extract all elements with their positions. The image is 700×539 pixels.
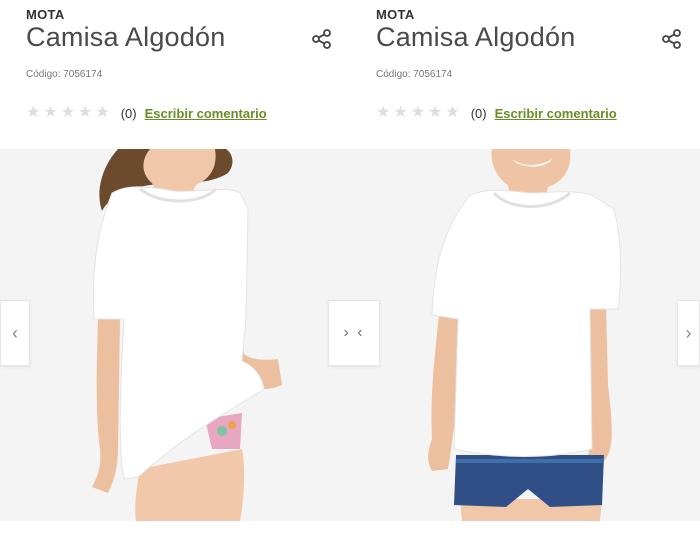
star-icon[interactable]: ★ xyxy=(95,105,109,121)
rating-row: ★ ★ ★ ★ ★ (0) Escribir comentario xyxy=(26,102,267,124)
product-code: Código: 7056174 xyxy=(26,69,102,80)
star-rating[interactable]: ★ ★ ★ ★ ★ xyxy=(26,105,110,121)
product-code: Código: 7056174 xyxy=(376,69,452,80)
star-icon[interactable]: ★ xyxy=(26,105,40,121)
star-icon[interactable]: ★ xyxy=(61,105,75,121)
rating-row: ★ ★ ★ ★ ★ (0) Escribir comentario xyxy=(376,102,617,124)
code-value: 7056174 xyxy=(413,69,453,80)
bottom-strip xyxy=(0,521,700,539)
code-value: 7056174 xyxy=(63,69,103,80)
write-comment-link[interactable]: Escribir comentario xyxy=(145,106,267,121)
write-comment-link[interactable]: Escribir comentario xyxy=(495,106,617,121)
brand-label: MOTA xyxy=(26,7,65,22)
compare-toggle-button[interactable]: › ‹ xyxy=(328,300,380,366)
star-icon[interactable]: ★ xyxy=(411,105,425,121)
rating-count: (0) xyxy=(120,105,137,121)
product-title: Camisa Algodón xyxy=(376,22,576,52)
star-icon[interactable]: ★ xyxy=(43,105,57,121)
product-panel-right: MOTA Camisa Algodón Código: 7056174 ★ ★ … xyxy=(350,0,700,539)
star-icon[interactable]: ★ xyxy=(393,105,407,121)
star-icon[interactable]: ★ xyxy=(428,105,442,121)
prev-arrow-button[interactable]: ‹ xyxy=(0,300,30,366)
product-title: Camisa Algodón xyxy=(26,22,226,52)
product-image[interactable] xyxy=(0,149,350,521)
star-rating[interactable]: ★ ★ ★ ★ ★ xyxy=(376,105,460,121)
rating-count: (0) xyxy=(470,105,487,121)
share-icon[interactable] xyxy=(661,28,683,50)
code-label: Código: xyxy=(26,69,61,80)
next-arrow-button[interactable]: › xyxy=(677,300,700,366)
star-icon[interactable]: ★ xyxy=(376,105,390,121)
star-icon[interactable]: ★ xyxy=(445,105,459,121)
product-panel-left: MOTA Camisa Algodón Código: 7056174 ★ ★ … xyxy=(0,0,350,539)
share-icon[interactable] xyxy=(311,28,333,50)
star-icon[interactable]: ★ xyxy=(78,105,92,121)
product-image[interactable] xyxy=(350,149,700,521)
brand-label: MOTA xyxy=(376,7,415,22)
code-label: Código: xyxy=(376,69,411,80)
